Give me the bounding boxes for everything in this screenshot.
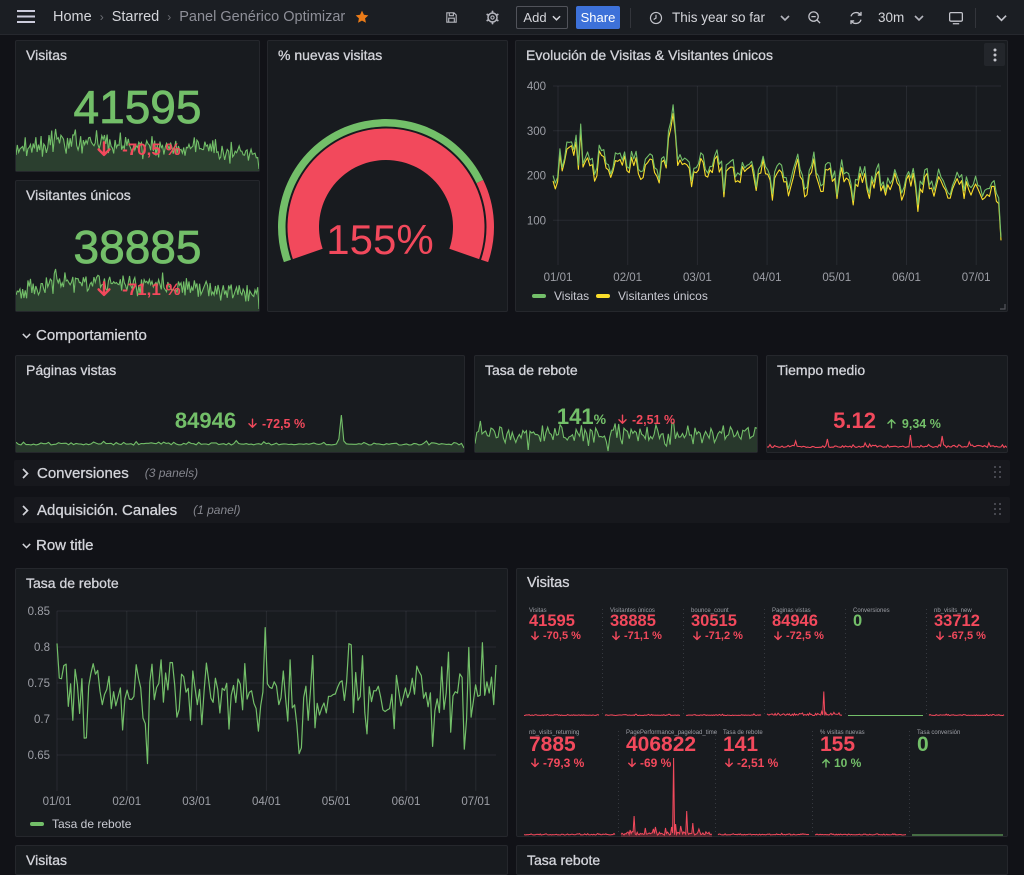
svg-text:0.85: 0.85 [28, 606, 50, 618]
svg-text:155%: 155% [326, 216, 433, 263]
svg-text:05/01: 05/01 [322, 796, 351, 808]
svg-text:03/01: 03/01 [182, 796, 211, 808]
svg-text:04/01: 04/01 [252, 796, 281, 808]
svg-text:02/01: 02/01 [112, 796, 141, 808]
svg-text:06/01: 06/01 [892, 272, 921, 284]
svg-text:07/01: 07/01 [461, 796, 490, 808]
svg-text:07/01: 07/01 [962, 272, 991, 284]
svg-text:100: 100 [527, 215, 546, 227]
svg-text:04/01: 04/01 [753, 272, 782, 284]
svg-text:05/01: 05/01 [822, 272, 851, 284]
svg-text:02/01: 02/01 [613, 272, 642, 284]
svg-text:01/01: 01/01 [544, 272, 573, 284]
svg-text:0.75: 0.75 [28, 678, 50, 690]
svg-text:0.7: 0.7 [34, 714, 50, 726]
svg-text:06/01: 06/01 [392, 796, 421, 808]
svg-text:0.65: 0.65 [28, 750, 50, 762]
svg-text:300: 300 [527, 126, 546, 138]
svg-text:03/01: 03/01 [683, 272, 712, 284]
svg-text:200: 200 [527, 171, 546, 183]
svg-text:0.8: 0.8 [34, 642, 50, 654]
svg-text:01/01: 01/01 [43, 796, 72, 808]
svg-text:400: 400 [527, 81, 546, 93]
